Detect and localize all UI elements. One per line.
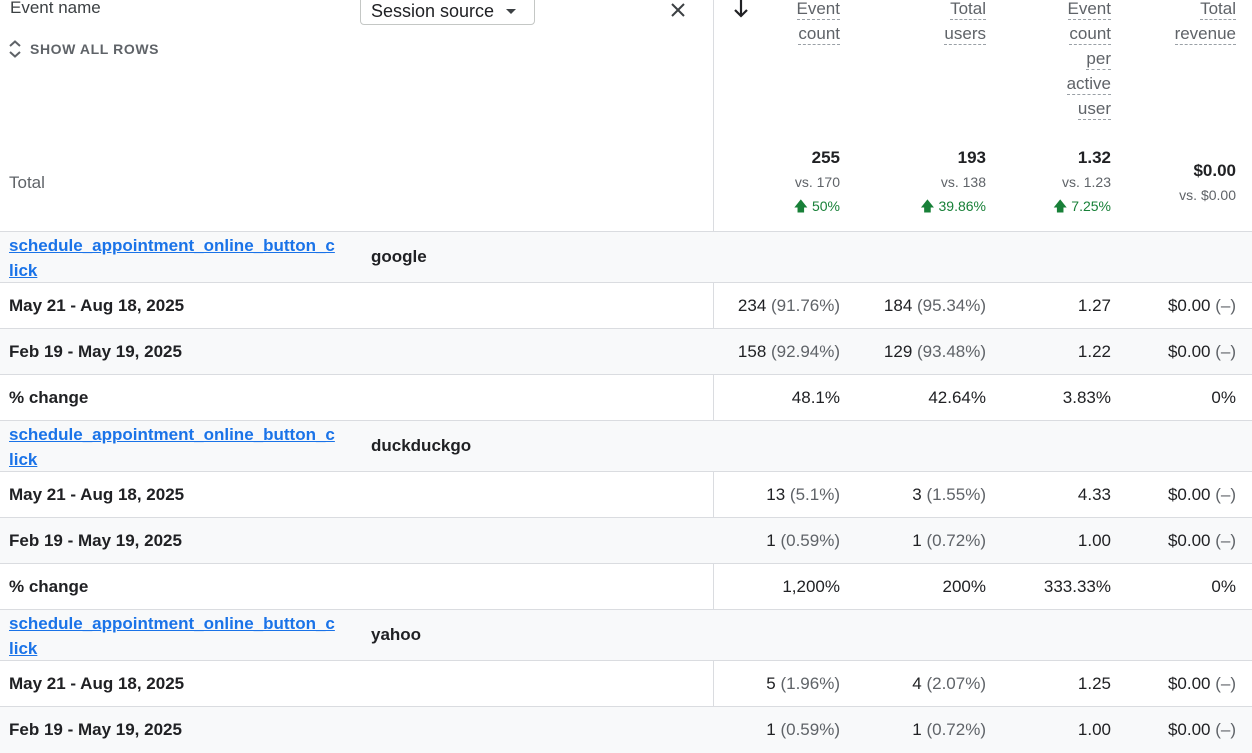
- group-header-row: schedule_appointment_online_button_click…: [0, 231, 1252, 283]
- per-user-cell: 1.00: [1077, 531, 1111, 550]
- arrow-up-icon: 🡅: [920, 198, 935, 214]
- total-per-user: 1.32 vs. 1.23 🡅 7.25%: [1053, 148, 1111, 220]
- totals-label: Total: [9, 173, 45, 192]
- event-name-link[interactable]: schedule_appointment_online_button_click: [9, 422, 339, 472]
- total-users-cell: 184 (95.34%): [883, 296, 986, 315]
- revenue-cell: 0%: [1211, 388, 1236, 407]
- total-users-cell: 3 (1.55%): [912, 485, 986, 504]
- total-users-cell: 1 (0.72%): [912, 531, 986, 550]
- revenue-cell: $0.00 (–): [1167, 485, 1236, 504]
- session-source-value: yahoo: [371, 625, 422, 644]
- total-change: 🡅 39.86%: [920, 198, 986, 214]
- row-label: May 21 - Aug 18, 2025: [9, 485, 185, 504]
- table-row: % change 1,200% 200% 333.33% 0%: [0, 563, 1252, 610]
- revenue-cell: $0.00 (–): [1167, 531, 1236, 550]
- dropdown-arrow-icon: [506, 9, 517, 14]
- table-row: Feb 19 - May 19, 2025 1 (0.59%) 1 (0.72%) 1…: [0, 517, 1252, 564]
- per-user-cell: 3.83%: [1062, 388, 1111, 407]
- event-name-link[interactable]: schedule_appointment_online_button_click: [9, 611, 339, 661]
- event-count-cell: 13 (5.1%): [766, 485, 840, 504]
- event-count-cell: 234 (91.76%): [737, 296, 840, 315]
- total-change: 🡅 7.25%: [1053, 198, 1111, 214]
- event-count-cell: 1 (0.59%): [766, 531, 840, 550]
- metric-header-event-count[interactable]: Event count: [796, 0, 840, 46]
- total-revenue: $0.00 vs. $0.00: [1179, 161, 1236, 203]
- total-users-cell: 129 (93.48%): [883, 342, 986, 361]
- per-user-cell: 1.00: [1077, 720, 1111, 739]
- total-users-cell: 42.64%: [928, 388, 986, 407]
- row-label: Feb 19 - May 19, 2025: [9, 720, 182, 739]
- session-source-value: duckduckgo: [371, 436, 472, 455]
- table-row: % change 48.1% 42.64% 3.83% 0%: [0, 374, 1252, 421]
- per-user-cell: 1.22: [1077, 342, 1111, 361]
- session-source-value: google: [371, 247, 427, 266]
- row-label: % change: [9, 577, 89, 596]
- show-all-rows-label: SHOW ALL ROWS: [30, 41, 160, 57]
- table-row: May 21 - Aug 18, 2025 13 (5.1%) 3 (1.55%) 4…: [0, 471, 1252, 518]
- sort-descending-icon[interactable]: [732, 0, 750, 20]
- event-count-cell: 1,200%: [782, 577, 840, 596]
- row-label: Feb 19 - May 19, 2025: [9, 531, 182, 550]
- close-icon[interactable]: [668, 0, 688, 20]
- total-comparison: vs. $0.00: [1179, 187, 1236, 203]
- table-row: May 21 - Aug 18, 2025 234 (91.76%) 184 (95…: [0, 282, 1252, 329]
- total-value: 1.32: [1077, 148, 1111, 167]
- event-name-link[interactable]: schedule_appointment_online_button_click: [9, 233, 339, 283]
- table-row: May 21 - Aug 18, 2025 5 (1.96%) 4 (2.07%) 1…: [0, 660, 1252, 707]
- total-users-cell: 1 (0.72%): [912, 720, 986, 739]
- per-user-cell: 333.33%: [1043, 577, 1111, 596]
- total-users-cell: 200%: [942, 577, 986, 596]
- total-comparison: vs. 138: [940, 174, 986, 190]
- per-user-cell: 4.33: [1077, 485, 1111, 504]
- per-user-cell: 1.25: [1077, 674, 1111, 693]
- event-count-cell: 1 (0.59%): [766, 720, 840, 739]
- event-count-cell: 158 (92.94%): [737, 342, 840, 361]
- row-label: Feb 19 - May 19, 2025: [9, 342, 182, 361]
- row-label: % change: [9, 388, 89, 407]
- total-comparison: vs. 170: [794, 174, 840, 190]
- group-header-row: schedule_appointment_online_button_click…: [0, 420, 1252, 472]
- total-change: 🡅 50%: [793, 198, 840, 214]
- revenue-cell: $0.00 (–): [1167, 342, 1236, 361]
- event-count-cell: 48.1%: [791, 388, 840, 407]
- per-user-cell: 1.27: [1077, 296, 1111, 315]
- row-label: May 21 - Aug 18, 2025: [9, 674, 185, 693]
- total-comparison: vs. 1.23: [1061, 174, 1111, 190]
- metric-header-total-users[interactable]: Total users: [944, 0, 986, 46]
- show-all-rows-button[interactable]: SHOW ALL ROWS: [8, 40, 159, 58]
- total-value: 193: [957, 148, 986, 167]
- revenue-cell: 0%: [1211, 577, 1236, 596]
- metric-header-event-count-per-user[interactable]: Event count per active user: [1066, 0, 1111, 121]
- metric-header-total-revenue[interactable]: Total revenue: [1174, 0, 1236, 46]
- revenue-cell: $0.00 (–): [1167, 674, 1236, 693]
- secondary-dimension-value: Session source: [371, 1, 495, 21]
- total-value: $0.00: [1193, 161, 1236, 180]
- group-header-row: schedule_appointment_online_button_click…: [0, 609, 1252, 661]
- arrow-up-icon: 🡅: [1053, 198, 1068, 214]
- table-row: Feb 19 - May 19, 2025 1 (0.59%) 1 (0.72%) 1…: [0, 706, 1252, 753]
- revenue-cell: $0.00 (–): [1167, 720, 1236, 739]
- table-row: Feb 19 - May 19, 2025 158 (92.94%) 129 (93…: [0, 328, 1252, 375]
- arrow-up-icon: 🡅: [793, 198, 809, 214]
- event-count-cell: 5 (1.96%): [766, 674, 840, 693]
- total-event-count: 255 vs. 170 🡅 50%: [794, 148, 840, 220]
- row-label: May 21 - Aug 18, 2025: [9, 296, 185, 315]
- total-users-cell: 4 (2.07%): [912, 674, 986, 693]
- unfold-icon: [9, 40, 21, 58]
- dimension-header: Event name: [10, 0, 101, 17]
- secondary-dimension-select[interactable]: Session source: [360, 0, 535, 25]
- revenue-cell: $0.00 (–): [1167, 296, 1236, 315]
- total-users: 193 vs. 138 🡅 39.86%: [920, 148, 986, 220]
- total-value: 255: [811, 148, 840, 167]
